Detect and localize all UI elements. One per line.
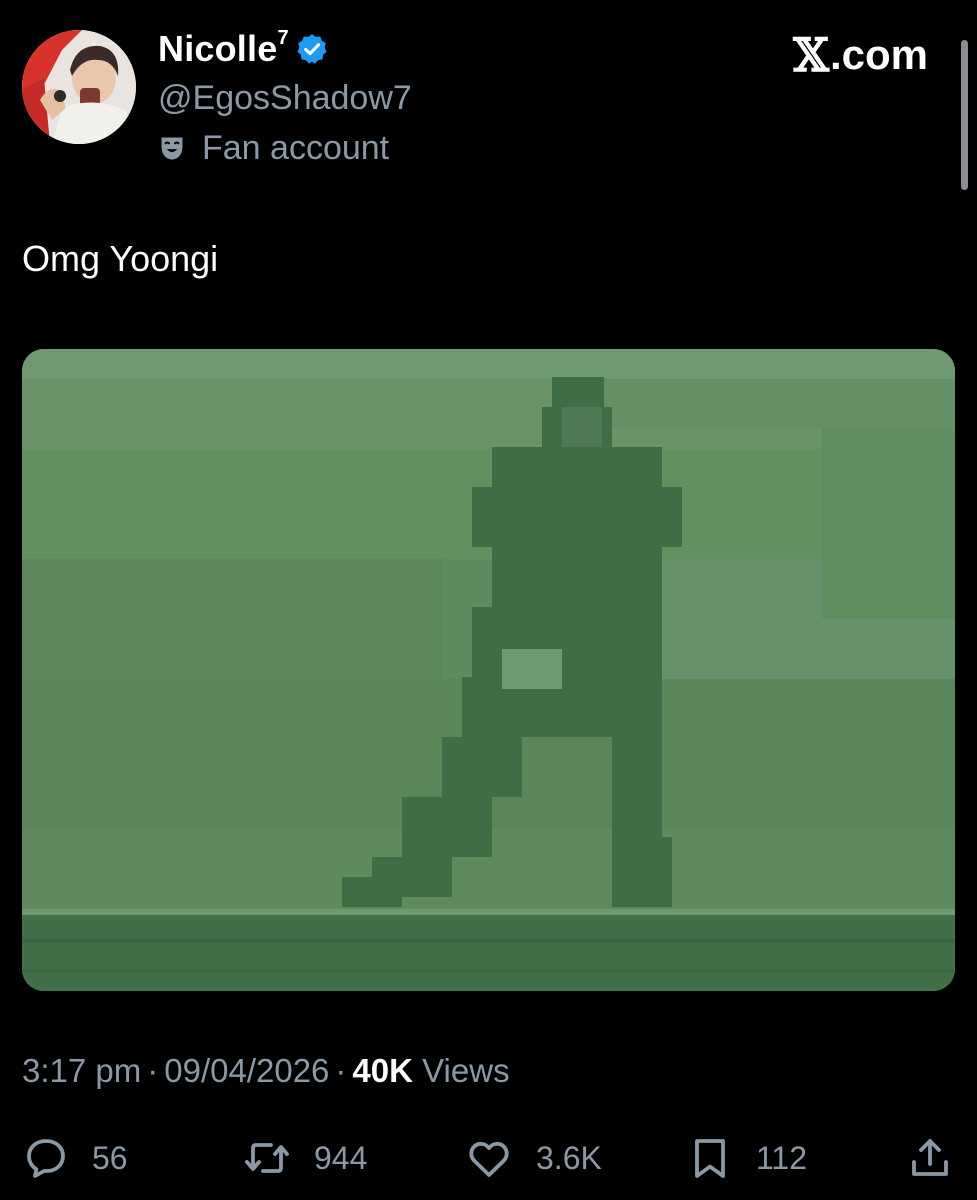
tweet-time[interactable]: 3:17 pm xyxy=(22,1052,141,1089)
views-count: 40K xyxy=(352,1052,413,1089)
site-brand: 𝕏 .com xyxy=(793,28,928,82)
share-button[interactable] xyxy=(906,1132,954,1184)
like-count: 3.6K xyxy=(536,1139,602,1176)
reply-button[interactable]: 56 xyxy=(22,1132,128,1184)
x-logo: 𝕏 xyxy=(793,28,829,82)
account-label: Fan account xyxy=(158,128,412,168)
repost-count: 944 xyxy=(314,1139,368,1176)
reply-count: 56 xyxy=(92,1139,128,1176)
account-label-text: Fan account xyxy=(202,128,390,167)
name-row: Nicolle7 xyxy=(158,27,412,70)
views-label: Views xyxy=(422,1052,510,1089)
like-button[interactable]: 3.6K xyxy=(464,1132,602,1184)
meta-separator: · xyxy=(335,1052,347,1089)
meta-separator: · xyxy=(147,1052,159,1089)
scrollbar[interactable] xyxy=(961,40,968,190)
avatar[interactable] xyxy=(22,30,136,144)
site-label: .com xyxy=(829,31,928,78)
tweet-date[interactable]: 09/04/2026 xyxy=(164,1052,329,1089)
verified-badge-icon xyxy=(295,32,329,66)
tweet-text: Omg Yoongi xyxy=(22,238,219,279)
tweet-meta: 3:17 pm · 09/04/2026 · 40K Views xyxy=(22,1052,510,1090)
display-name[interactable]: Nicolle7 xyxy=(158,27,289,70)
heart-icon xyxy=(469,1141,509,1177)
display-name-suffix: 7 xyxy=(277,27,289,49)
tweet-header: Nicolle7 @EgosShadow7 Fan account 𝕏 .com xyxy=(22,27,952,167)
author-identity: Nicolle7 @EgosShadow7 Fan account xyxy=(158,27,412,168)
share-icon xyxy=(912,1139,948,1176)
bookmark-count: 112 xyxy=(756,1139,808,1176)
tweet-media[interactable] xyxy=(22,349,955,991)
repost-arrows-icon xyxy=(245,1143,289,1173)
action-bar: 56 944 3.6K 112 xyxy=(22,1132,955,1184)
repost-button[interactable]: 944 xyxy=(242,1132,367,1184)
bookmark-icon xyxy=(695,1139,725,1178)
bookmark-button[interactable]: 112 xyxy=(686,1132,807,1184)
handle[interactable]: @EgosShadow7 xyxy=(158,78,412,118)
speech-bubble-icon xyxy=(27,1139,65,1178)
theater-mask-icon xyxy=(158,134,186,162)
